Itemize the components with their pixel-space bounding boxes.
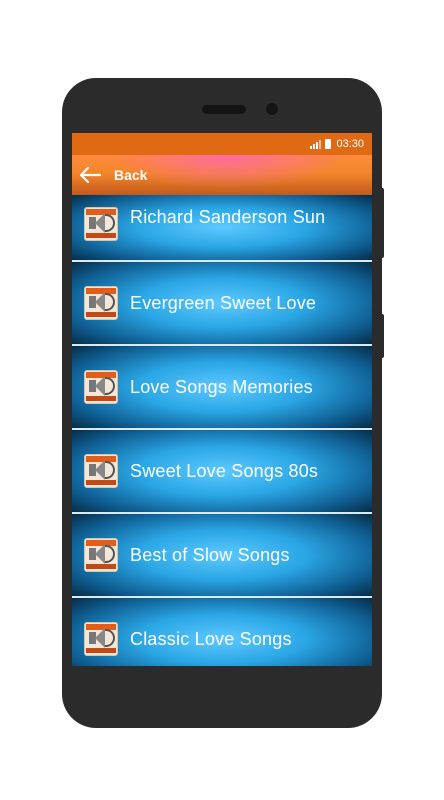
speaker-icon — [84, 286, 118, 320]
status-time: 03:30 — [336, 138, 364, 150]
list-item-label: Best of Slow Songs — [130, 544, 290, 565]
speaker-icon — [84, 538, 118, 572]
list-item[interactable]: Richard Sanderson Sun — [72, 195, 372, 262]
front-camera — [266, 103, 278, 115]
speaker-icon — [84, 370, 118, 404]
song-list: Richard Sanderson Sun Evergreen Sweet Lo… — [72, 195, 372, 666]
power-button — [380, 314, 384, 358]
screen: 03:30 Back Richard Sanderson Sun Evergre… — [72, 133, 372, 666]
list-item[interactable]: Love Songs Memories — [72, 346, 372, 430]
speaker-icon — [84, 454, 118, 488]
list-item-label: Love Songs Memories — [130, 376, 313, 397]
signal-icon — [310, 139, 322, 149]
back-label[interactable]: Back — [114, 167, 147, 183]
list-item-label: Classic Love Songs — [130, 628, 292, 649]
back-arrow-icon[interactable] — [76, 163, 104, 187]
battery-icon — [325, 139, 332, 149]
list-item-label: Evergreen Sweet Love — [130, 292, 317, 313]
list-item-label: Richard Sanderson Sun — [130, 207, 326, 227]
app-bar: Back — [72, 155, 372, 195]
speaker-icon — [84, 622, 118, 656]
volume-button — [380, 188, 384, 258]
speaker-icon — [84, 207, 118, 241]
list-item[interactable]: Best of Slow Songs — [72, 514, 372, 598]
status-bar: 03:30 — [72, 133, 372, 155]
list-item[interactable]: Evergreen Sweet Love — [72, 262, 372, 346]
list-item[interactable]: Classic Love Songs — [72, 598, 372, 666]
earpiece-speaker — [202, 105, 246, 114]
list-item-label: Sweet Love Songs 80s — [130, 460, 319, 481]
list-item[interactable]: Sweet Love Songs 80s — [72, 430, 372, 514]
